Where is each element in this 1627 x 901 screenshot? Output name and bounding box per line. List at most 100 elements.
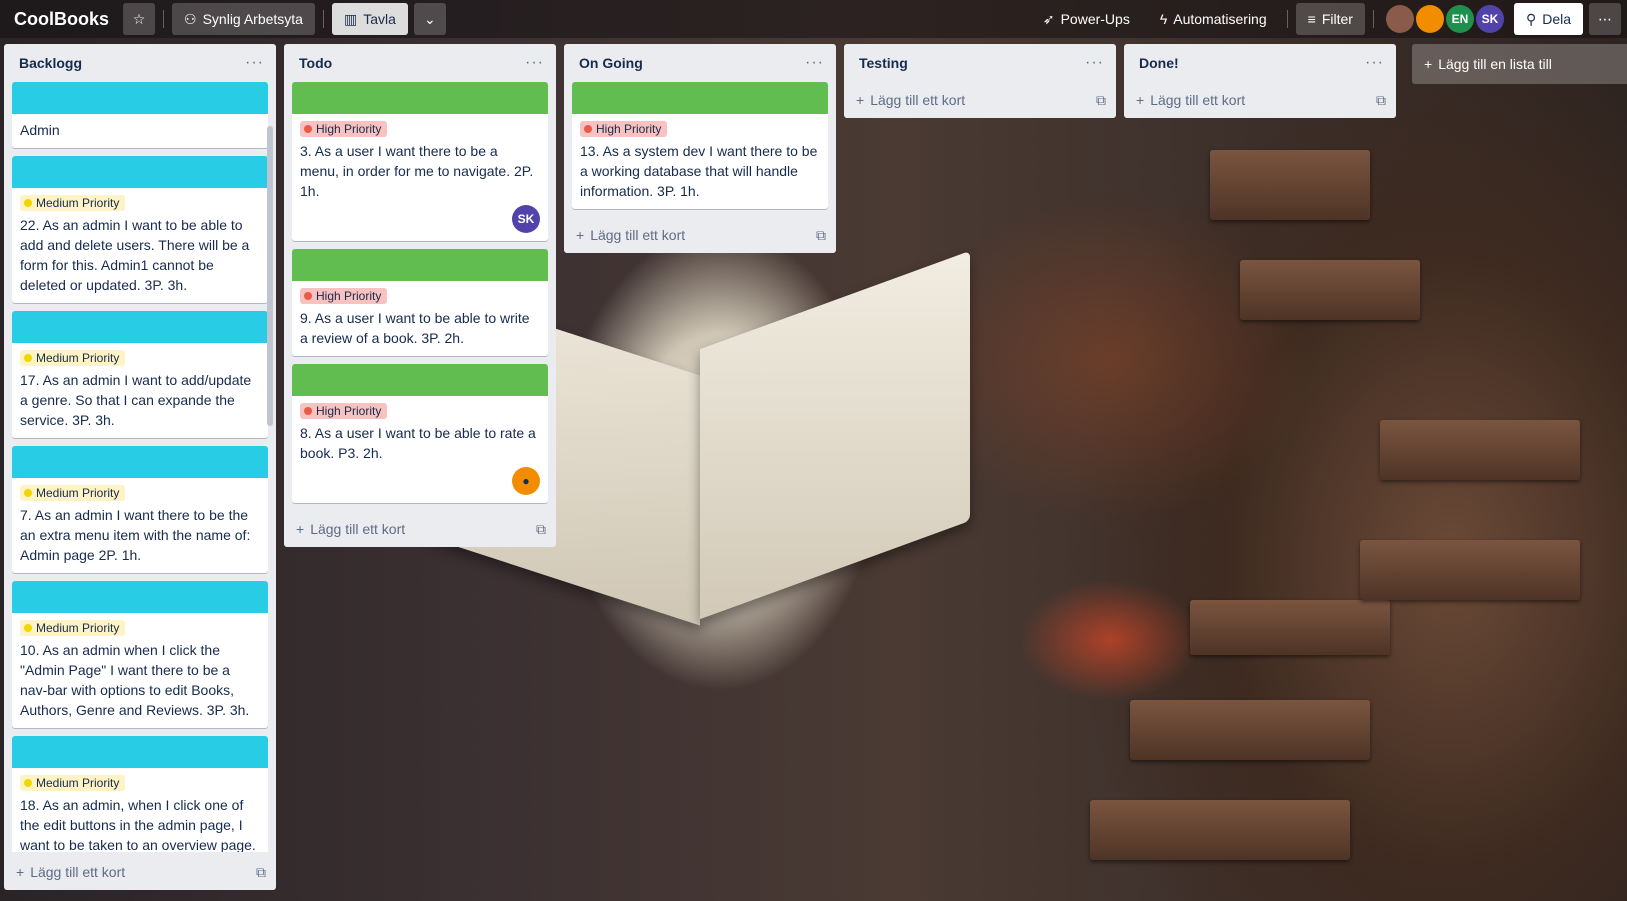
list-title[interactable]: Backlogg <box>19 55 82 71</box>
list-title[interactable]: On Going <box>579 55 643 71</box>
list-menu-icon[interactable]: ··· <box>525 54 544 72</box>
list-title[interactable]: Testing <box>859 55 908 71</box>
card[interactable]: High Priority 3. As a user I want there … <box>292 82 548 241</box>
add-card-row: + Lägg till ett kort ⧉ <box>1124 82 1396 118</box>
star-icon: ☆ <box>132 10 146 27</box>
board-menu-button[interactable]: ⋯ <box>1589 3 1621 35</box>
add-card-button[interactable]: + Lägg till ett kort <box>1136 92 1245 108</box>
add-card-button[interactable]: + Lägg till ett kort <box>856 92 965 108</box>
list-menu-icon[interactable]: ··· <box>245 54 264 72</box>
card-member-avatar[interactable]: ● <box>512 467 540 495</box>
list-todo: Todo ··· High Priority 3. As a user I wa… <box>284 44 556 547</box>
add-card-row: + Lägg till ett kort ⧉ <box>4 854 276 890</box>
list-menu-icon[interactable]: ··· <box>1365 54 1384 72</box>
background-book <box>1380 420 1580 480</box>
list-on-going: On Going ··· High Priority 13. As a syst… <box>564 44 836 253</box>
card[interactable]: Admin <box>12 82 268 148</box>
share-label: Dela <box>1542 11 1571 27</box>
automation-label: Automatisering <box>1173 11 1267 27</box>
list-menu-icon[interactable]: ··· <box>805 54 824 72</box>
automation-button[interactable]: ϟ Automatisering <box>1148 3 1279 35</box>
view-board-button[interactable]: ▥ Tavla <box>331 3 408 35</box>
card-member-avatar[interactable]: SK <box>512 205 540 233</box>
add-card-row: + Lägg till ett kort ⧉ <box>844 82 1116 118</box>
list-menu-icon[interactable]: ··· <box>1085 54 1104 72</box>
view-label: Tavla <box>363 11 396 27</box>
board-members: EN SK <box>1385 5 1504 33</box>
star-button[interactable]: ☆ <box>123 3 156 35</box>
card-template-icon[interactable]: ⧉ <box>256 864 266 881</box>
add-card-button[interactable]: + Lägg till ett kort <box>296 521 405 537</box>
lightning-icon: ϟ <box>1159 11 1168 27</box>
card-cover <box>12 82 268 114</box>
list-header: Done! ··· <box>1124 44 1396 82</box>
list-done: Done! ··· + Lägg till ett kort ⧉ <box>1124 44 1396 118</box>
background-book <box>1240 260 1420 320</box>
card-title: 22. As an admin I want to be able to add… <box>20 217 250 293</box>
card-cover <box>572 82 828 114</box>
priority-label: High Priority <box>300 403 388 419</box>
avatar[interactable] <box>1415 5 1444 33</box>
filter-button[interactable]: ≡ Filter <box>1295 3 1365 35</box>
more-icon: ⋯ <box>1598 10 1612 27</box>
priority-label: High Priority <box>300 121 388 137</box>
card[interactable]: Medium Priority 22. As an admin I want t… <box>12 156 268 303</box>
priority-label: Medium Priority <box>20 775 126 791</box>
avatar[interactable]: EN <box>1445 5 1474 33</box>
priority-label: Medium Priority <box>20 485 126 501</box>
people-icon: ⚇ <box>184 10 197 27</box>
card-template-icon[interactable]: ⧉ <box>1376 92 1386 109</box>
list-header: Testing ··· <box>844 44 1116 82</box>
card-cover <box>12 156 268 188</box>
add-card-row: + Lägg till ett kort ⧉ <box>564 217 836 253</box>
power-ups-label: Power-Ups <box>1060 11 1130 27</box>
add-list-button[interactable]: + Lägg till en lista till <box>1412 44 1627 84</box>
divider <box>1286 10 1288 28</box>
plus-icon: + <box>16 864 25 880</box>
visibility-button[interactable]: ⚇ Synlig Arbetsyta <box>172 3 315 35</box>
avatar[interactable]: SK <box>1475 5 1504 33</box>
plus-icon: + <box>576 227 585 243</box>
plus-icon: + <box>1424 56 1433 72</box>
board-title[interactable]: CoolBooks <box>14 9 109 30</box>
chevron-down-icon: ⌄ <box>424 10 436 27</box>
board-header: CoolBooks ☆ ⚇ Synlig Arbetsyta ▥ Tavla ⌄… <box>0 0 1627 38</box>
card[interactable]: High Priority 13. As a system dev I want… <box>572 82 828 209</box>
add-card-button[interactable]: + Lägg till ett kort <box>576 227 685 243</box>
card-title: 17. As an admin I want to add/update a g… <box>20 372 252 428</box>
card[interactable]: Medium Priority 18. As an admin, when I … <box>12 736 268 852</box>
power-ups-button[interactable]: ➶ Power-Ups <box>1031 3 1142 35</box>
divider <box>322 10 324 28</box>
avatar[interactable] <box>1385 5 1414 33</box>
card-cover <box>12 446 268 478</box>
card-title: 18. As an admin, when I click one of the… <box>20 797 256 852</box>
card-list: High Priority 3. As a user I want there … <box>284 82 556 511</box>
share-button[interactable]: ⚲ Dela <box>1513 3 1583 35</box>
card[interactable]: Medium Priority 7. As an admin I want th… <box>12 446 268 573</box>
card-template-icon[interactable]: ⧉ <box>1096 92 1106 109</box>
list-header: On Going ··· <box>564 44 836 82</box>
view-switcher-button[interactable]: ⌄ <box>413 3 446 35</box>
background-book <box>1090 800 1350 860</box>
card[interactable]: High Priority 9. As a user I want to be … <box>292 249 548 356</box>
card-cover <box>12 736 268 768</box>
list-title[interactable]: Todo <box>299 55 332 71</box>
list-scrollbar[interactable] <box>267 126 273 426</box>
card-title: 7. As an admin I want there to be the an… <box>20 507 251 563</box>
priority-label: Medium Priority <box>20 195 126 211</box>
list-title[interactable]: Done! <box>1139 55 1179 71</box>
list-header: Todo ··· <box>284 44 556 82</box>
card[interactable]: Medium Priority 17. As an admin I want t… <box>12 311 268 438</box>
card-template-icon[interactable]: ⧉ <box>536 521 546 538</box>
card-title: 13. As a system dev I want there to be a… <box>580 143 818 199</box>
card-template-icon[interactable]: ⧉ <box>816 227 826 244</box>
filter-icon: ≡ <box>1307 11 1316 27</box>
card[interactable]: High Priority 8. As a user I want to be … <box>292 364 548 503</box>
card-cover <box>292 82 548 114</box>
add-card-button[interactable]: + Lägg till ett kort <box>16 864 125 880</box>
add-list-label: Lägg till en lista till <box>1438 56 1552 72</box>
card[interactable]: Medium Priority 10. As an admin when I c… <box>12 581 268 728</box>
card-title: 10. As an admin when I click the "Admin … <box>20 642 250 718</box>
visibility-label: Synlig Arbetsyta <box>202 11 303 27</box>
list-testing: Testing ··· + Lägg till ett kort ⧉ <box>844 44 1116 118</box>
